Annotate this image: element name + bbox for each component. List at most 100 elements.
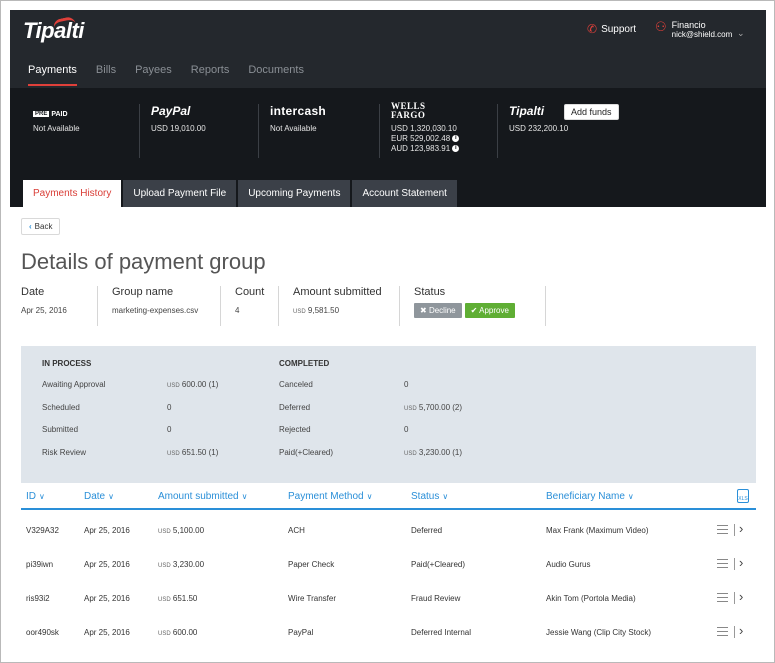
table-row[interactable]: ris93i2 Apr 25, 2016 USD 651.50 Wire Tra… [21,582,756,616]
divider [734,592,735,604]
summary-amount: Amount submitted USD 9,581.50 [279,286,400,326]
nav-payments[interactable]: Payments [28,64,77,86]
status-value: 0 [404,425,409,434]
status-label: Rejected [279,425,311,434]
intercash-amount: Not Available [270,124,317,133]
chevron-right-icon[interactable]: › [739,555,743,570]
tipalti-amount: USD 232,200.10 [509,124,569,133]
cell-beneficiary: Akin Tom (Portola Media) [546,594,636,603]
add-funds-button[interactable]: Add funds [564,104,619,120]
status-label: Deferred [279,403,311,412]
sort-chevron-icon: ∨ [39,492,45,501]
balance-wells-fargo: WELLS FARGO USD 1,320,030.10 EUR 529,002… [379,102,460,158]
hamburger-menu-icon[interactable] [717,525,728,534]
user-icon: ⚇ [655,19,667,34]
status-label: Submitted [42,425,79,434]
main-nav: Payments Bills Payees Reports Documents [28,64,323,86]
column-header-id[interactable]: ID ∨ [26,491,45,502]
support-link[interactable]: ✆ Support [587,22,636,36]
status-value: USD 3,230.00 (1) [404,448,463,457]
tab-payments-history[interactable]: Payments History [23,180,122,207]
divider [258,104,259,158]
support-label: Support [601,23,637,35]
cell-id: ris93i2 [26,594,50,603]
check-icon: ✔ [470,306,478,315]
cell-status: Deferred [411,526,443,535]
tab-account-statement[interactable]: Account Statement [352,180,457,207]
status-label: Scheduled [42,403,80,412]
prepaid-amount: Not Available [33,124,80,133]
column-header-beneficiary[interactable]: Beneficiary Name ∨ [546,491,634,502]
column-header-status[interactable]: Status ∨ [411,491,448,502]
tipalti-balance-logo: Tipalti [509,104,545,118]
status-value: USD 651.50 (1) [167,448,219,457]
export-xls-icon[interactable]: XLS [737,489,749,503]
tipalti-logo[interactable]: Tipalti [23,15,84,44]
status-value: USD 5,700.00 (2) [404,403,463,412]
cell-payment-method: Paper Check [288,560,335,569]
hamburger-menu-icon[interactable] [717,593,728,602]
completed-heading: COMPLETED [279,359,330,368]
user-menu[interactable]: ⚇ Financio nick@shield.com ⌄ [655,19,745,40]
nav-bills[interactable]: Bills [96,64,116,86]
prepaid-logo: PRE PAID [33,110,68,118]
cell-amount: USD 651.50 [158,594,198,603]
chevron-right-icon[interactable]: › [739,589,743,604]
summary-group-name: Group name marketing-expenses.csv [98,286,221,326]
status-label: Awaiting Approval [42,380,106,389]
back-button[interactable]: ‹ Back [21,218,61,235]
payments-table-header: ID ∨ Date ∨ Amount submitted ∨ Payment Meth… [21,489,756,510]
approve-button[interactable]: ✔ Approve [464,303,515,318]
column-header-date[interactable]: Date ∨ [84,491,114,502]
nav-reports[interactable]: Reports [191,64,230,86]
group-summary: Date Apr 25, 2016 Group name marketing-e… [21,286,546,326]
hamburger-menu-icon[interactable] [717,627,728,636]
cell-date: Apr 25, 2016 [84,560,130,569]
payments-tabs: Payments History Upload Payment File Upc… [23,180,459,207]
divider [734,626,735,638]
top-header: Tipalti ✆ Support ⚇ Financio nick@shield… [10,10,766,88]
cell-date: Apr 25, 2016 [84,594,130,603]
cell-id: V329A32 [26,526,59,535]
status-breakdown-panel: IN PROCESS COMPLETED Awaiting Approval U… [21,346,756,483]
table-row[interactable]: pi39iwn Apr 25, 2016 USD 3,230.00 Paper … [21,548,756,582]
status-value: USD 600.00 (1) [167,380,219,389]
status-value: 0 [404,380,409,389]
divider [497,104,498,158]
cell-amount: USD 600.00 [158,628,198,637]
column-header-payment-method[interactable]: Payment Method ∨ [288,491,372,502]
nav-payees[interactable]: Payees [135,64,172,86]
column-header-amount[interactable]: Amount submitted ∨ [158,491,247,502]
balance-paypal: PayPal USD 19,010.00 [139,104,206,158]
info-icon[interactable]: i [452,135,460,143]
divider [734,558,735,570]
close-icon: ✖ [420,306,427,315]
status-value: 0 [167,425,172,434]
chevron-left-icon: ‹ [29,222,32,231]
cell-beneficiary: Max Frank (Maximum Video) [546,526,649,535]
chevron-down-icon[interactable]: ⌄ [737,28,745,39]
cell-payment-method: ACH [288,526,305,535]
cell-status: Fraud Review [411,594,461,603]
page-title: Details of payment group [21,249,266,274]
paypal-logo: PayPal [151,104,191,118]
tab-upload-payment-file[interactable]: Upload Payment File [123,180,237,207]
hamburger-menu-icon[interactable] [717,559,728,568]
chevron-right-icon[interactable]: › [739,521,743,536]
nav-documents[interactable]: Documents [248,64,304,86]
table-row[interactable]: oor490sk Apr 25, 2016 USD 600.00 PayPal … [21,616,756,650]
summary-date: Date Apr 25, 2016 [21,286,98,326]
tab-upcoming-payments[interactable]: Upcoming Payments [238,180,351,207]
cell-amount: USD 3,230.00 [158,560,205,569]
chevron-right-icon[interactable]: › [739,623,743,638]
cell-status: Deferred Internal [411,628,472,637]
divider [379,104,380,158]
decline-button[interactable]: ✖ Decline [414,303,462,318]
cell-id: pi39iwn [26,560,54,569]
status-label: Paid(+Cleared) [279,448,334,457]
info-icon[interactable]: i [452,145,460,153]
sort-chevron-icon: ∨ [108,492,114,501]
user-email: nick@shield.com [671,30,733,39]
balance-tipalti: Tipalti USD 232,200.10 [497,104,569,158]
table-row[interactable]: V329A32 Apr 25, 2016 USD 5,100.00 ACH De… [21,514,756,548]
